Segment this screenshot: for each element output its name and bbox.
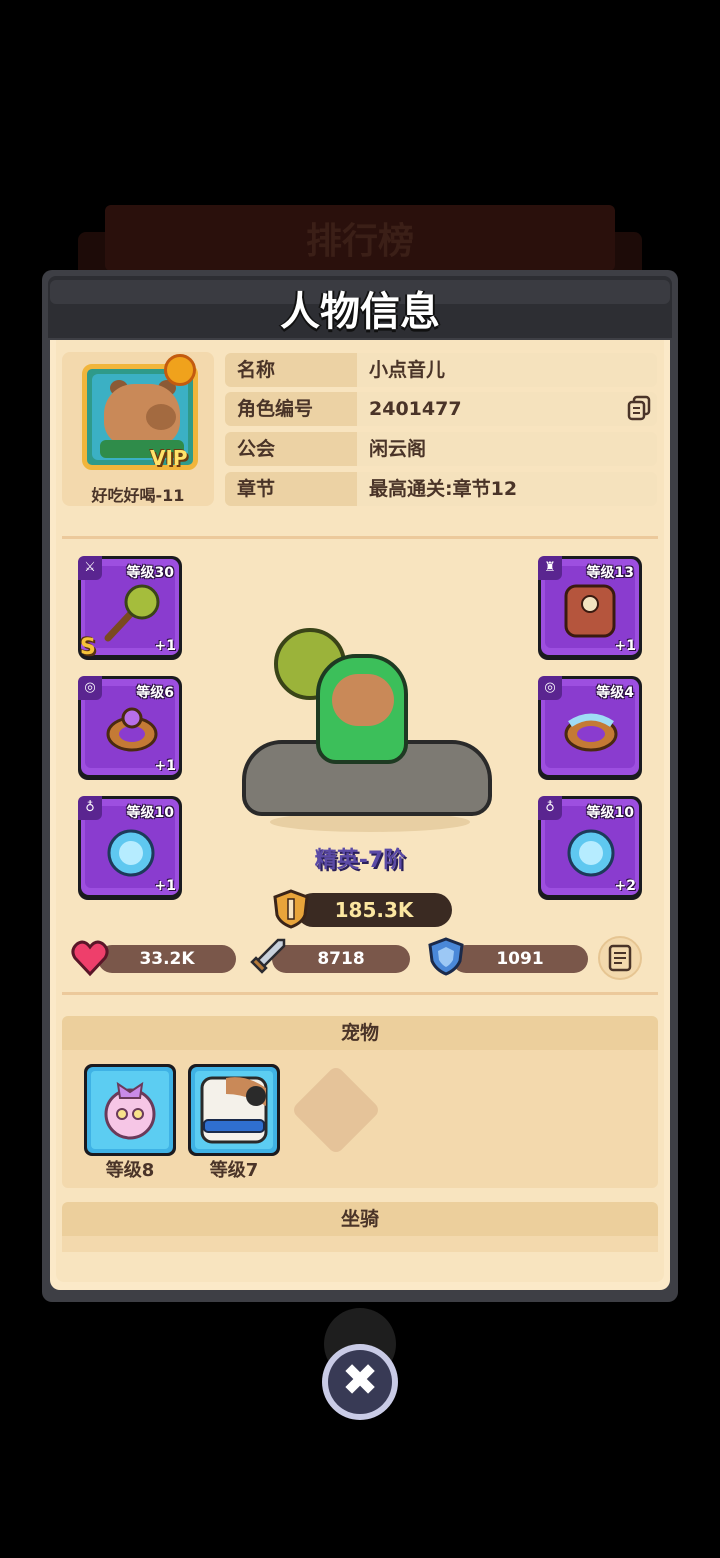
armor-icon	[564, 584, 616, 638]
power-shield-icon	[273, 889, 309, 929]
mounts-section	[62, 1236, 658, 1252]
equip-level: 等级4	[596, 685, 634, 701]
ring-icon	[564, 713, 618, 752]
mounts-section-title: 坐骑	[62, 1202, 658, 1236]
close-icon: ✖	[341, 1355, 379, 1406]
equip-slot-necklace[interactable]: ♁ 等级10 +1	[78, 796, 182, 900]
power-value: 185.3K	[296, 893, 452, 927]
equip-slot-ring-2[interactable]: ◎ 等级4	[538, 676, 642, 780]
equip-level: 等级10	[586, 805, 634, 821]
attack-value: 8718	[272, 945, 410, 973]
info-label-chapter: 章节	[225, 472, 357, 506]
equip-grade: S	[80, 635, 96, 660]
equip-level: 等级30	[126, 565, 174, 581]
info-value-role-id: 2401477	[357, 392, 657, 426]
list-icon	[608, 944, 632, 972]
sword-type-icon: ⚔	[78, 556, 102, 580]
pet-slot[interactable]	[188, 1064, 280, 1156]
equip-slot-armor[interactable]: ♜ 等级13 +1	[538, 556, 642, 660]
pet-level: 等级7	[209, 1160, 259, 1181]
equip-plus: +2	[614, 878, 636, 894]
info-value-name: 小点音儿	[357, 353, 657, 387]
divider	[62, 536, 658, 539]
orb-icon	[107, 829, 155, 877]
pets-section-title: 宠物	[62, 1016, 658, 1050]
equip-level: 等级13	[586, 565, 634, 581]
dialog-title: 人物信息	[280, 289, 440, 335]
necklace-type-icon: ♁	[78, 796, 102, 820]
copy-icon[interactable]	[626, 395, 652, 421]
capybara-character-icon	[332, 674, 394, 726]
character-rank: 精英-7阶	[314, 848, 406, 873]
info-label-role-id: 角色编号	[225, 392, 357, 426]
heart-icon	[71, 940, 109, 977]
info-value-chapter: 最高通关:章节12	[357, 472, 657, 506]
equip-slot-weapon[interactable]: ⚔ 等级30 +1 S	[78, 556, 182, 660]
vip-badge: VIP	[150, 446, 188, 470]
armor-type-icon: ♜	[538, 556, 562, 580]
equip-plus: +1	[154, 878, 176, 894]
pet-slot[interactable]	[84, 1064, 176, 1156]
equip-level: 等级6	[136, 685, 174, 701]
defense-value: 1091	[452, 945, 588, 973]
hp-value: 33.2K	[98, 945, 236, 973]
ring-type-icon: ◎	[538, 676, 562, 700]
necklace-type-icon: ♁	[538, 796, 562, 820]
mace-icon	[104, 584, 160, 642]
pink-ghost-icon	[104, 1081, 156, 1140]
divider	[62, 992, 658, 995]
equip-plus: +1	[614, 638, 636, 654]
shield-icon	[428, 937, 464, 976]
orb-icon	[567, 829, 615, 877]
ranking-title: 排行榜	[305, 221, 414, 262]
equip-slot-necklace-2[interactable]: ♁ 等级10 +2	[538, 796, 642, 900]
dog-icon	[200, 1076, 268, 1144]
equip-level: 等级10	[126, 805, 174, 821]
sword-icon	[250, 938, 286, 974]
equip-plus: +1	[154, 758, 176, 774]
avatar-name: 好吃好喝-11	[91, 486, 185, 505]
equip-slot-ring[interactable]: ◎ 等级6 +1	[78, 676, 182, 780]
info-value-guild: 闲云阁	[357, 432, 657, 466]
pet-level: 等级8	[105, 1160, 155, 1181]
stats-detail-button[interactable]	[598, 936, 642, 980]
info-label-guild: 公会	[225, 432, 357, 466]
equip-plus: +1	[154, 638, 176, 654]
close-button[interactable]: ✖	[322, 1344, 398, 1420]
ring-icon	[106, 707, 158, 752]
avatar-nose	[146, 404, 176, 430]
info-label-name: 名称	[225, 353, 357, 387]
flower-icon	[164, 354, 196, 386]
ring-type-icon: ◎	[78, 676, 102, 700]
